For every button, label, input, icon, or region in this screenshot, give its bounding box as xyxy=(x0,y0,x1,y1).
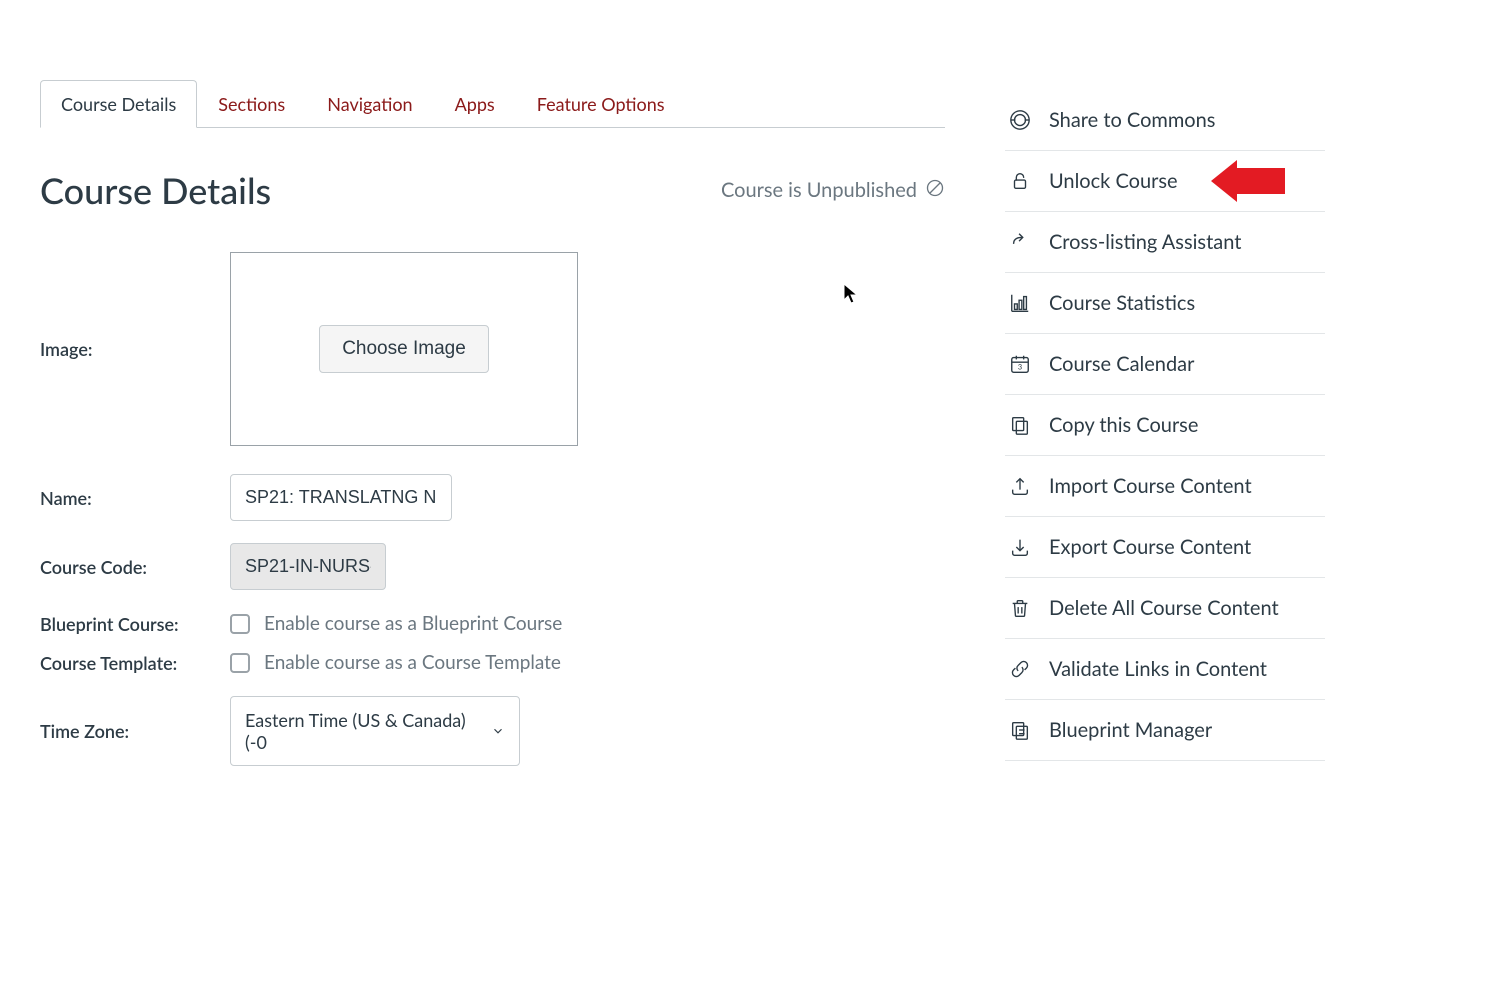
sidebar-item-label: Copy this Course xyxy=(1049,413,1198,437)
blueprint-checkbox-label: Enable course as a Blueprint Course xyxy=(264,612,562,635)
timezone-select[interactable]: Eastern Time (US & Canada) (-0 xyxy=(230,696,520,766)
sidebar-item-crosslisting[interactable]: Cross-listing Assistant xyxy=(1005,212,1325,273)
sidebar-item-calendar[interactable]: 3 Course Calendar xyxy=(1005,334,1325,395)
trash-icon xyxy=(1009,597,1031,619)
course-code-label: Course Code: xyxy=(40,556,230,578)
image-label: Image: xyxy=(40,338,230,360)
sidebar-item-label: Course Statistics xyxy=(1049,291,1195,315)
unlock-icon xyxy=(1009,170,1031,192)
template-label: Course Template: xyxy=(40,652,230,674)
sidebar-item-blueprint-manager[interactable]: Blueprint Manager xyxy=(1005,700,1325,761)
copy-icon xyxy=(1009,414,1031,436)
sidebar-item-export[interactable]: Export Course Content xyxy=(1005,517,1325,578)
sidebar-item-label: Share to Commons xyxy=(1049,108,1215,132)
sidebar-item-label: Unlock Course xyxy=(1049,169,1178,193)
sidebar-item-copy-course[interactable]: Copy this Course xyxy=(1005,395,1325,456)
arrow-forward-icon xyxy=(1009,231,1031,253)
tab-feature-options[interactable]: Feature Options xyxy=(516,80,686,127)
sidebar-item-label: Blueprint Manager xyxy=(1049,718,1212,742)
export-icon xyxy=(1009,536,1031,558)
blueprint-icon xyxy=(1009,719,1031,741)
main-content: Course Details Sections Navigation Apps … xyxy=(40,80,945,788)
tab-navigation[interactable]: Navigation xyxy=(306,80,433,127)
stats-icon xyxy=(1009,292,1031,314)
course-code-input[interactable] xyxy=(230,543,386,590)
sidebar-item-label: Cross-listing Assistant xyxy=(1049,230,1241,254)
sidebar-item-label: Delete All Course Content xyxy=(1049,596,1279,620)
sidebar-item-import[interactable]: Import Course Content xyxy=(1005,456,1325,517)
name-label: Name: xyxy=(40,487,230,509)
commons-icon xyxy=(1009,109,1031,131)
unpublished-icon xyxy=(925,178,945,203)
template-checkbox[interactable] xyxy=(230,653,250,673)
page-title: Course Details xyxy=(40,168,271,212)
sidebar-item-unlock-course[interactable]: Unlock Course xyxy=(1005,151,1325,212)
tab-course-details[interactable]: Course Details xyxy=(40,80,197,128)
template-checkbox-label: Enable course as a Course Template xyxy=(264,651,561,674)
publish-status: Course is Unpublished xyxy=(721,178,945,203)
course-name-input[interactable] xyxy=(230,474,452,521)
sidebar-item-label: Export Course Content xyxy=(1049,535,1251,559)
calendar-icon: 3 xyxy=(1009,353,1031,375)
sidebar-item-label: Import Course Content xyxy=(1049,474,1252,498)
sidebar-item-validate-links[interactable]: Validate Links in Content xyxy=(1005,639,1325,700)
chevron-down-icon xyxy=(491,720,505,742)
blueprint-label: Blueprint Course: xyxy=(40,613,230,635)
import-icon xyxy=(1009,475,1031,497)
sidebar-item-label: Validate Links in Content xyxy=(1049,657,1267,681)
tab-apps[interactable]: Apps xyxy=(434,80,516,127)
sidebar-item-delete-all[interactable]: Delete All Course Content xyxy=(1005,578,1325,639)
publish-status-text: Course is Unpublished xyxy=(721,178,917,202)
tab-sections[interactable]: Sections xyxy=(197,80,306,127)
choose-image-button[interactable]: Choose Image xyxy=(319,325,489,373)
highlight-arrow-icon xyxy=(1211,160,1285,202)
blueprint-checkbox[interactable] xyxy=(230,614,250,634)
link-icon xyxy=(1009,658,1031,680)
tab-bar: Course Details Sections Navigation Apps … xyxy=(40,80,945,128)
sidebar-item-label: Course Calendar xyxy=(1049,352,1194,376)
sidebar-item-share-commons[interactable]: Share to Commons xyxy=(1005,90,1325,151)
course-image-placeholder: Choose Image xyxy=(230,252,578,446)
timezone-value: Eastern Time (US & Canada) (-0 xyxy=(245,709,491,753)
sidebar: Share to Commons Unlock Course Cross-lis… xyxy=(1005,90,1325,761)
sidebar-item-statistics[interactable]: Course Statistics xyxy=(1005,273,1325,334)
svg-text:3: 3 xyxy=(1018,363,1022,372)
timezone-label: Time Zone: xyxy=(40,720,230,742)
